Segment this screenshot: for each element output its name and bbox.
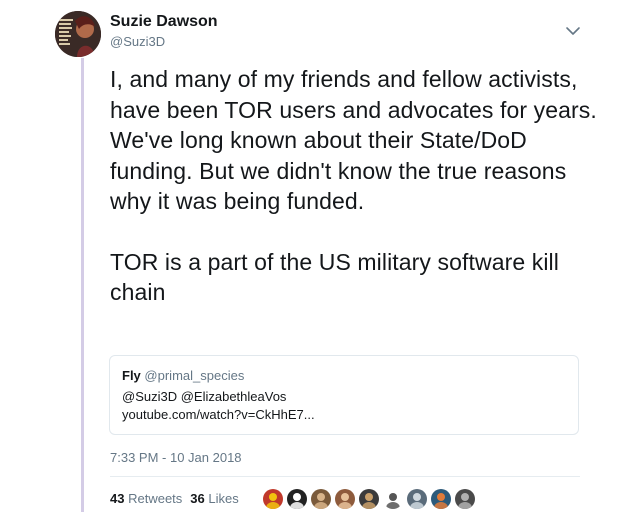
tweet-timestamp[interactable]: 7:33 PM - 10 Jan 2018 — [110, 450, 242, 465]
liker-avatar[interactable] — [382, 488, 404, 510]
likes-label: Likes — [208, 491, 239, 506]
liker-avatar[interactable] — [334, 488, 356, 510]
likes-stat[interactable]: 36 Likes — [190, 491, 238, 506]
author-display-name[interactable]: Suzie Dawson — [110, 12, 218, 32]
liker-avatar[interactable] — [310, 488, 332, 510]
profile-photo-icon — [55, 11, 101, 57]
thread-line — [81, 58, 84, 522]
tweet-text: I, and many of my friends and fellow act… — [110, 64, 610, 308]
tweet-header: Suzie Dawson @Suzi3D — [110, 12, 218, 51]
liker-avatar[interactable] — [430, 488, 452, 510]
tweet-paragraph: TOR is a part of the US military softwar… — [110, 248, 559, 306]
quoted-author-handle: @primal_species — [144, 368, 245, 383]
retweets-stat[interactable]: 43 Retweets — [110, 491, 182, 506]
quoted-tweet-link: youtube.com/watch?v=CkHhE7... — [122, 407, 315, 422]
liker-avatar[interactable] — [262, 488, 284, 510]
chevron-down-icon[interactable] — [565, 24, 581, 36]
liker-avatar[interactable] — [358, 488, 380, 510]
quoted-tweet-mentions: @Suzi3D @ElizabethleaVos — [122, 389, 287, 404]
liker-avatar[interactable] — [406, 488, 428, 510]
quoted-author-name: Fly — [122, 368, 141, 383]
likes-count: 36 — [190, 491, 205, 506]
tweet-paragraph: I, and many of my friends and fellow act… — [110, 66, 597, 214]
author-avatar[interactable] — [55, 11, 101, 57]
retweets-label: Retweets — [128, 491, 183, 506]
quoted-tweet-author: Fly @primal_species — [122, 367, 566, 384]
divider — [110, 476, 580, 477]
bottom-edge — [0, 512, 642, 522]
liker-avatars — [262, 488, 478, 510]
tweet-stats: 43 Retweets 36 Likes — [110, 491, 239, 506]
liker-avatar[interactable] — [286, 488, 308, 510]
retweets-count: 43 — [110, 491, 125, 506]
liker-avatar[interactable] — [454, 488, 476, 510]
quoted-tweet-card[interactable]: Fly @primal_species @Suzi3D @Elizabethle… — [109, 355, 579, 435]
author-handle[interactable]: @Suzi3D — [110, 33, 218, 51]
